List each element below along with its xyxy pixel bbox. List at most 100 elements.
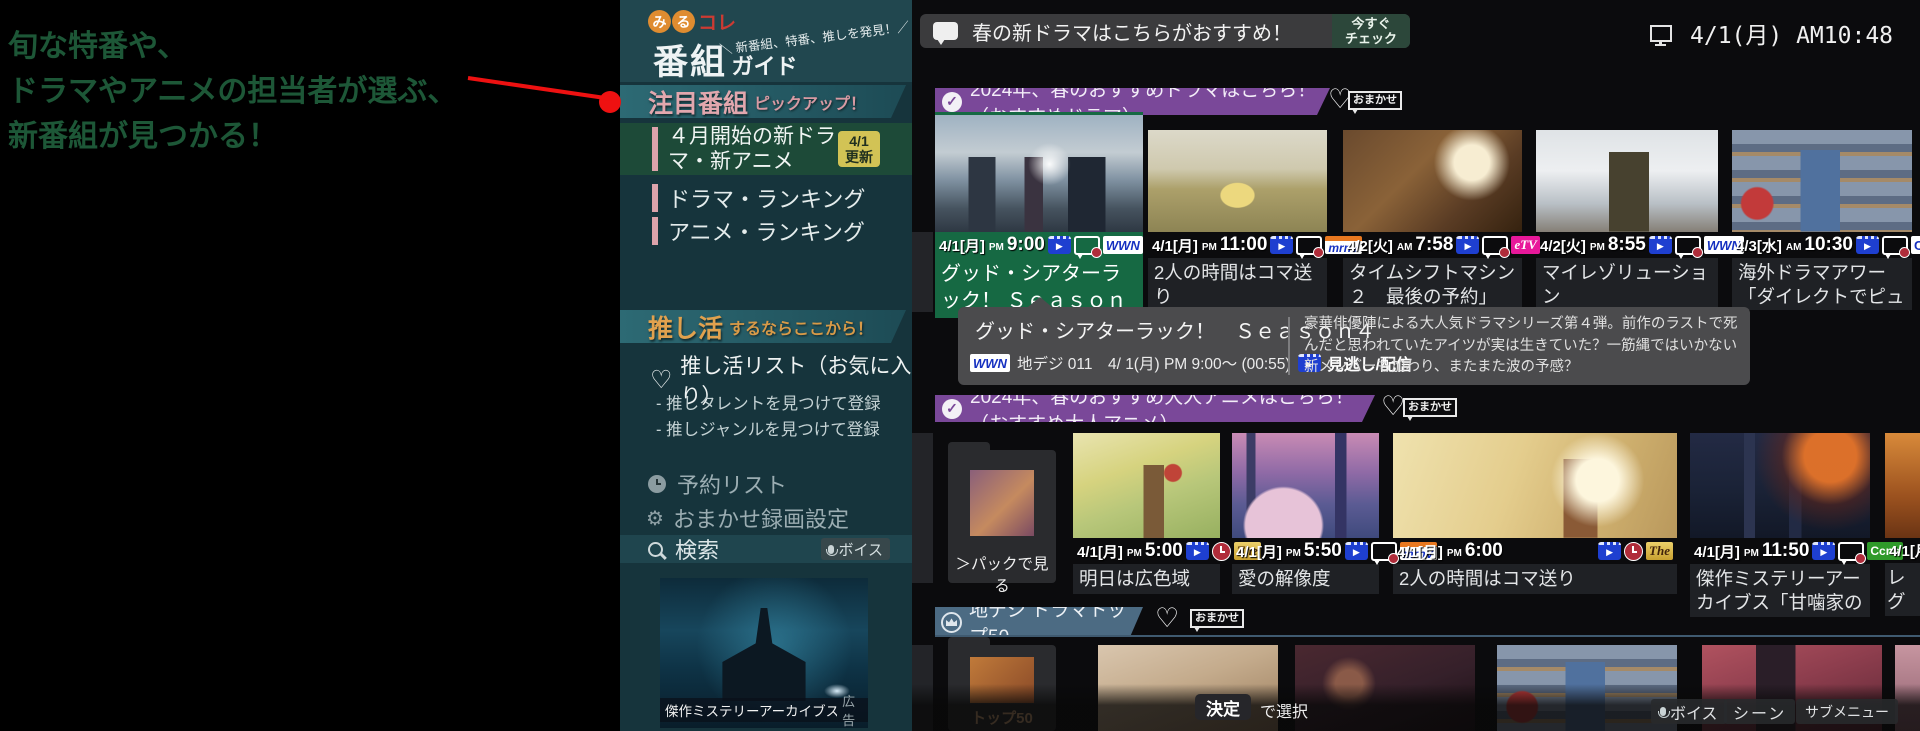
omakase-tag[interactable]: おまかせ (1348, 91, 1402, 110)
air-time: 11:00 (1220, 234, 1268, 256)
program-meta: 4/2[火] AM 7:58 ▶ eTV (1343, 232, 1522, 258)
program-title-line: レグ (1887, 566, 1918, 614)
am-pm: AM (1786, 242, 1802, 253)
program-title: 傑作ミステリーアーカイブス「甘噛家の華麗なる一… (1690, 564, 1870, 617)
annotation-line: ドラマやアニメの担当者が選ぶ、 (8, 69, 457, 114)
am-pm: PM (989, 242, 1004, 253)
mirucole-logo: み る コレ (648, 8, 736, 35)
am-pm: AM (1397, 242, 1413, 253)
program-detail-panel: グッド・シアターラック！ Ｓｅａｓｏｎ４ WWN 地デジ 011 4/ 1(月)… (958, 307, 1750, 385)
program-card[interactable]: 4/1[月] PM 11:00 ▶ mrnV 2人の時間はコマ送り (1148, 130, 1327, 310)
sidebar-item-register-talent[interactable]: - 推しタレントを見つけて登録 (656, 390, 881, 414)
program-title: 愛の解像度 (1232, 564, 1379, 594)
program-thumbnail (1148, 130, 1327, 232)
network-icon (1650, 25, 1672, 42)
mic-icon (828, 545, 834, 554)
scrolled-card-edge (912, 232, 933, 312)
scrolled-card-edge (912, 433, 933, 583)
catchup-clock-icon (1296, 236, 1322, 255)
main-content: 春の新ドラマはこちらがおすすめ！ 今すぐ チェック 4/1(月) AM10:48… (912, 0, 1920, 731)
program-card[interactable]: 4/1[月] PM 5:00 ▶ The 明日は広色域 (1073, 433, 1220, 594)
notification-bar[interactable]: 春の新ドラマはこちらがおすすめ！ 今すぐ チェック (920, 14, 1410, 48)
row1-header-banner: ✓ 2024年、春のおすすめドラマはこちら！（おすすめドラマ） (935, 88, 1330, 115)
air-date: 4/2[火] (1540, 235, 1586, 256)
program-card[interactable]: 4/1[月] PM 11:50 ▶ Ccns 傑作ミステリーアーカイブス「甘噛家… (1690, 433, 1870, 617)
award-badge-icon: ✓ (942, 92, 962, 112)
air-date: 4/1[月] (1397, 541, 1443, 562)
program-card[interactable]: 4/2[火] AM 7:58 ▶ eTV タイムシフトマシン２ 最後の予約」 (1343, 130, 1522, 310)
voice-label: ボイス (838, 539, 883, 560)
program-meta: 4/1[月] (1885, 538, 1920, 563)
favorite-heart-icon[interactable]: ♡ (1381, 391, 1405, 422)
catchup-clock-icon (1074, 236, 1100, 255)
sidebar-item-search[interactable]: 検索 ボイス (620, 535, 912, 563)
sidebar-item-new-programs[interactable]: ４月開始の新ドラマ・新アニメ 4/1 更新 (620, 123, 912, 175)
air-date: 4/3[水] (1736, 235, 1782, 256)
remote-hint-bar: 決定 で選択 ボイス シーン サブメニュー (912, 684, 1920, 731)
voice-search-button[interactable]: ボイス (821, 538, 890, 560)
program-thumbnail (1732, 130, 1912, 232)
air-date: 4/1[月] (1889, 540, 1920, 561)
channel-logo: WWN (1103, 236, 1143, 254)
search-label: 検索 (675, 533, 719, 565)
sidebar-item-anime-ranking[interactable]: アニメ・ランキング (620, 216, 912, 246)
air-time: 11:50 (1762, 540, 1810, 562)
program-card-selected[interactable]: 4/1[月] PM 9:00 ▶ WWN グッド・シアターラック！ Ｓｅａｓｏｎ… (935, 112, 1143, 318)
program-card[interactable]: 4/2[火] PM 8:55 ▶ WWN マイレゾリューション (1536, 130, 1718, 310)
sidebar-item-auto-recording[interactable]: ⚙ おまかせ録画設定 (620, 502, 912, 534)
program-title: タイムシフトマシン２ 最後の予約」 (1343, 258, 1522, 310)
program-card[interactable]: 4/1[月] PM 6:00 ▶ The 2人の時間はコマ送り (1393, 433, 1677, 594)
favorite-heart-icon[interactable]: ♡ (1155, 603, 1179, 634)
ad-caption-text: 傑作ミステリーアーカイブス「甘… (665, 700, 837, 720)
ad-banner[interactable]: 傑作ミステリーアーカイブス「甘… 広告 (660, 578, 868, 728)
sidebar-item-register-genre[interactable]: - 推しジャンルを見つけて登録 (656, 416, 880, 440)
program-thumbnail (1393, 433, 1677, 538)
streaming-icon: ▶ (1649, 236, 1672, 254)
program-meta: 4/1[月] PM 11:50 ▶ Ccns (1690, 538, 1870, 564)
crown-icon (941, 612, 962, 633)
program-thumbnail (1690, 433, 1870, 538)
app-title-main: 番組 (653, 43, 727, 82)
program-thumbnail (1073, 433, 1220, 538)
annotation-line: 新番組が見つかる！ (8, 114, 457, 159)
program-meta: 4/3[水] AM 10:30 ▶ COG (1732, 232, 1912, 258)
omakase-tag[interactable]: おまかせ (1403, 398, 1457, 417)
logo-kore: コレ (698, 8, 736, 35)
ok-key-hint-suffix: で選択 (1260, 698, 1308, 722)
panel-pointer (1028, 297, 1052, 307)
am-pm: PM (1590, 242, 1605, 253)
streaming-icon: ▶ (1598, 542, 1621, 560)
award-badge-icon: ✓ (942, 399, 962, 419)
pack-folder-card[interactable]: ＞パックで見る (948, 450, 1056, 583)
update-badge-text: 更新 (838, 149, 880, 165)
logo-circle: み (648, 10, 671, 33)
air-date: 4/1[月] (1077, 541, 1123, 562)
row2-header-text: 2024年、春のおすすめ大人アニメはこちら！（おすすめ大人アニメ） (970, 382, 1375, 436)
am-pm: PM (1447, 548, 1462, 559)
oshikatsu-title: 推し活 (648, 309, 723, 345)
mic-icon (1660, 707, 1666, 716)
voice-hint-label: ボイス (1670, 700, 1718, 724)
air-time: 6:00 (1465, 540, 1503, 562)
check-now-button[interactable]: 今すぐ チェック (1332, 14, 1410, 48)
channel-logo: COG (1911, 236, 1920, 254)
program-title: 海外ドラマアワー「ダイレクトでピュアなカラーパ… (1732, 258, 1912, 310)
item-accent-bar (652, 217, 658, 245)
sidebar-item-reservations[interactable]: 予約リスト (620, 468, 912, 500)
catchup-clock-icon (1838, 542, 1864, 561)
rec-clock-icon (1212, 542, 1231, 561)
program-card[interactable]: 4/1[月] PM 5:50 ▶ mrnV 愛の解像度 (1232, 433, 1379, 594)
sidebar-item-label: アニメ・ランキング (668, 215, 865, 247)
submenu-key-hint: サブメニュー (1796, 699, 1898, 724)
program-meta: 4/1[月] PM 5:50 ▶ mrnV (1232, 538, 1379, 564)
section-oshikatsu-banner: 推し活 するならここから！ (620, 310, 906, 343)
pickup-subtitle: ピックアップ！ (754, 90, 866, 114)
am-pm: PM (1286, 548, 1301, 559)
sidebar-item-drama-ranking[interactable]: ドラマ・ランキング (620, 183, 912, 213)
omakase-tag[interactable]: おまかせ (1190, 609, 1244, 628)
program-card-partial[interactable]: 4/1[月] レグ 機は (1885, 433, 1920, 616)
pickup-title: 注目番組 (648, 84, 748, 120)
streaming-icon: ▶ (1048, 236, 1071, 254)
streaming-icon: ▶ (1856, 236, 1879, 254)
program-card[interactable]: 4/3[水] AM 10:30 ▶ COG 海外ドラマアワー「ダイレクトでピュア… (1732, 130, 1912, 310)
